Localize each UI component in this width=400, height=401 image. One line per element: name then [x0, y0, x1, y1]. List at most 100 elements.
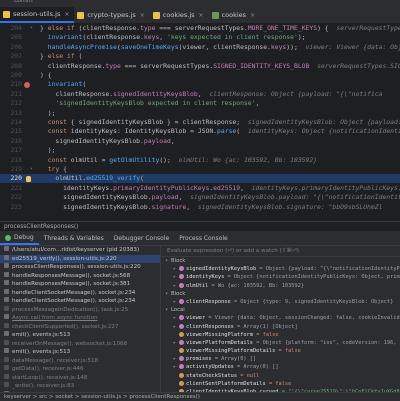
code-text[interactable]: olmUtil.ed25519_verify( — [40, 174, 144, 183]
editor-tab-2[interactable]: cookies.js × — [150, 7, 209, 23]
code-line[interactable]: 208 clientResponse.type === serverReques… — [0, 62, 400, 71]
line-number[interactable]: 214 — [2, 118, 22, 127]
line-number[interactable]: 210 — [2, 80, 22, 89]
code-line[interactable]: 212 'signedIdentityKeysBlob expected in … — [0, 99, 400, 108]
stack-frame[interactable]: _write(), receiver.js:83 — [0, 382, 160, 391]
code-text[interactable]: clientResponse.type === serverRequestTyp… — [40, 62, 400, 71]
stack-frame[interactable]: processClientResponses(), session-utils.… — [0, 263, 160, 272]
breakpoint-icon[interactable] — [24, 81, 30, 88]
code-line[interactable]: 204} else if (clientResponse.type === se… — [0, 24, 400, 33]
code-text[interactable]: const olmUtil = getOlmUtility(); olmUtil… — [40, 156, 317, 165]
code-text[interactable]: identityKeys.primaryIdentityPublicKeys.e… — [40, 184, 400, 193]
code-line[interactable]: 223 signedIdentityKeysBlob.signature, si… — [0, 203, 400, 212]
line-number[interactable]: 206 — [2, 43, 22, 52]
debug-tab-1[interactable]: Threads & Variables — [39, 232, 109, 245]
variable-row[interactable]: ▸ promises = Array(0) [] — [161, 355, 400, 363]
code-line[interactable]: 213 ); — [0, 109, 400, 118]
code-text[interactable]: } else if ( — [40, 52, 82, 61]
stack-frame[interactable]: emit(), events.js:513 — [0, 348, 160, 357]
line-number[interactable]: 217 — [2, 146, 22, 155]
stack-frame[interactable]: checkClientSupported(), socket.js:227 — [0, 322, 160, 332]
variable-row[interactable]: ▸ signedIdentityKeysBlob = Object {payloa… — [161, 265, 400, 273]
variable-row[interactable]: ▸ clientResponses = Array(1) [Object] — [161, 323, 400, 331]
code-line[interactable]: 205 invariant(clientResponse.keys, 'keys… — [0, 33, 400, 42]
stack-frame[interactable]: Async call from async function — [0, 314, 160, 323]
variable-row[interactable]: ▸ viewerPlatformDetails = Object {platfor… — [161, 339, 400, 347]
breadcrumb[interactable]: processClientResponses() — [0, 221, 400, 231]
stack-frame[interactable]: getData(), receiver.js:446 — [0, 365, 160, 374]
stack-frame[interactable]: handleResponsesMessage(), socket.js:381 — [0, 280, 160, 289]
stack-frame[interactable]: /Users/atul/com...rldist/keyserver (pid … — [0, 246, 160, 255]
variable-row[interactable]: ▸ olmUtil = Wo {ac: 103592, Bb: 103592} — [161, 282, 400, 290]
stack-frame[interactable]: handleClientSocketMessage(), socket.js:2… — [0, 288, 160, 298]
line-number[interactable]: 216 — [2, 137, 22, 146]
code-text[interactable]: invariant( — [40, 80, 87, 89]
variable-row[interactable]: ▸ identityKeys = Object {notificationIden… — [161, 273, 400, 281]
code-line[interactable]: 220 olmUtil.ed25519_verify( — [0, 174, 400, 184]
editor-tab-1[interactable]: crypto-types.js × — [74, 7, 149, 23]
line-number[interactable]: 209 — [2, 71, 22, 80]
code-text[interactable]: signedIdentityKeysBlob.signature, signed… — [40, 203, 382, 212]
fold-icon[interactable]: ▾ — [30, 165, 33, 174]
line-number[interactable]: 219 — [2, 165, 22, 174]
code-line[interactable]: 209 ) { — [0, 71, 400, 80]
close-icon[interactable]: × — [140, 12, 145, 19]
variable-row[interactable]: clientSentPlatformDetails = false — [161, 380, 400, 388]
code-line[interactable]: 222 signedIdentityKeysBlob.payload, sign… — [0, 193, 400, 202]
variable-scope[interactable]: ▾ Block — [161, 257, 400, 265]
code-text[interactable]: ); — [40, 146, 56, 155]
line-number[interactable]: 215 — [2, 127, 22, 136]
code-line[interactable]: 215 const identityKeys: IdentityKeysBlob… — [0, 127, 400, 136]
line-number[interactable]: 205 — [2, 33, 22, 42]
code-line[interactable]: 211 clientResponse.signedIdentityKeysBlo… — [0, 90, 400, 99]
code-text[interactable]: const identityKeys: IdentityKeysBlob = J… — [40, 127, 400, 136]
lightbulb-icon[interactable] — [26, 175, 31, 182]
code-line[interactable]: 214 const { signedIdentityKeysBlob } = c… — [0, 118, 400, 127]
code-text[interactable]: try { — [40, 165, 67, 174]
line-number[interactable]: 218 — [2, 156, 22, 165]
code-text[interactable]: invariant(clientResponse.keys, 'keys exp… — [40, 33, 306, 42]
line-number[interactable]: 221 — [2, 184, 22, 193]
expand-icon[interactable]: ▸ — [173, 314, 179, 322]
variable-row[interactable]: stateCheckStatus = null — [161, 372, 400, 380]
code-text[interactable]: } else if (clientResponse.type === serve… — [40, 24, 400, 33]
code-text[interactable]: signedIdentityKeysBlob.payload, — [40, 137, 174, 146]
code-text[interactable]: ) { — [40, 71, 52, 80]
code-text[interactable]: clientResponse.signedIdentityKeysBlob, c… — [40, 90, 382, 99]
line-number[interactable]: 212 — [2, 99, 22, 108]
stack-frame[interactable]: emit(), events.js:513 — [0, 331, 160, 340]
line-number[interactable]: 223 — [2, 203, 22, 212]
stack-frame[interactable]: handleClientSocketMessage(), socket.js:2… — [0, 297, 160, 306]
debug-tab-2[interactable]: Debugger Console — [109, 232, 174, 245]
line-number[interactable]: 211 — [2, 90, 22, 99]
code-line[interactable]: 217 ); — [0, 146, 400, 155]
code-line[interactable]: 207 } else if ( — [0, 52, 400, 61]
code-text[interactable]: handleAsyncPromise(saveOneTimeKeys(viewe… — [40, 43, 400, 52]
variable-scope[interactable]: ▾ Block — [161, 290, 400, 298]
stack-frame[interactable]: handleResponsesMessage(), socket.js:568 — [0, 271, 160, 281]
code-line[interactable]: 219 try { ▾ — [0, 165, 400, 174]
line-number[interactable]: 207 — [2, 52, 22, 61]
fold-icon[interactable]: ▾ — [30, 24, 33, 33]
expand-icon[interactable]: ▸ — [173, 265, 179, 273]
editor-tab-0[interactable]: session-utils.js × — [0, 7, 75, 23]
code-text[interactable]: signedIdentityKeysBlob.payload, signedId… — [40, 193, 400, 202]
expand-icon[interactable]: ▸ — [173, 355, 179, 363]
code-line[interactable]: 221 identityKeys.primaryIdentityPublicKe… — [0, 184, 400, 193]
expand-icon[interactable]: ▸ — [173, 273, 179, 281]
variable-scope[interactable]: ▾ Local — [161, 306, 400, 314]
debug-tab-0[interactable]: Debug — [0, 232, 39, 245]
expand-icon[interactable]: ▸ — [173, 363, 179, 371]
stack-frame[interactable]: dataMessage(), receiver.js:518 — [0, 356, 160, 366]
code-editor[interactable]: 204} else if (clientResponse.type === se… — [0, 24, 400, 221]
stack-frame[interactable]: startLoop(), receiver.js:148 — [0, 373, 160, 383]
code-text[interactable]: const { signedIdentityKeysBlob } = clien… — [40, 118, 400, 127]
line-number[interactable]: 220 — [2, 174, 22, 183]
code-line[interactable]: 206 handleAsyncPromise(saveOneTimeKeys(v… — [0, 43, 400, 52]
evaluate-expression-input[interactable]: Evaluate expression (⏎) or add a watch (… — [161, 246, 400, 257]
stack-frame[interactable]: processMessageInDedication(), task.js:25 — [0, 305, 160, 315]
code-line[interactable]: 216 signedIdentityKeysBlob.payload, — [0, 137, 400, 146]
editor-tab-3[interactable]: cookies × — [209, 7, 261, 23]
line-number[interactable]: 213 — [2, 109, 22, 118]
code-line[interactable]: 210 invariant( — [0, 80, 400, 89]
